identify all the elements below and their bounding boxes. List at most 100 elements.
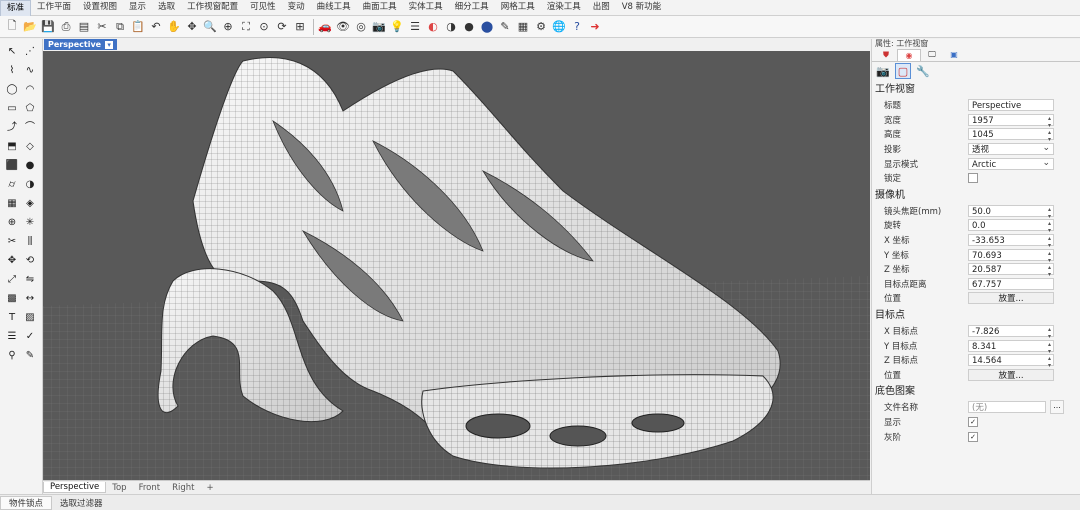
camera-icon[interactable]: 📷	[876, 64, 890, 78]
rotate-icon[interactable]: ⟲	[22, 254, 38, 268]
zoom-extents-icon[interactable]: ⛶	[238, 19, 254, 35]
osnap-toggle[interactable]: 物件锁点	[0, 495, 53, 510]
rotate-camera-icon[interactable]: ⟳	[274, 19, 290, 35]
open-file-icon[interactable]: 📂	[22, 19, 38, 35]
print-setup-icon[interactable]: ▦	[515, 19, 531, 35]
viewport-tab-top[interactable]: Top	[106, 483, 132, 493]
help-icon[interactable]: ?	[569, 19, 585, 35]
property-input[interactable]: 8.341	[968, 339, 1054, 355]
pan-hand-icon[interactable]: ✋	[166, 19, 182, 35]
dimension-icon[interactable]: ↔	[22, 292, 38, 306]
place-button[interactable]: 放置...	[968, 292, 1054, 305]
menu-tab[interactable]: 曲面工具	[357, 0, 403, 15]
menu-tab[interactable]: 渲染工具	[541, 0, 587, 15]
cut-icon[interactable]: ✂	[94, 19, 110, 35]
property-input[interactable]: -7.826	[968, 325, 1054, 340]
box-icon[interactable]: ⬛	[4, 159, 20, 173]
property-input[interactable]: 70.693	[968, 248, 1054, 264]
property-input[interactable]: 0.0	[968, 219, 1054, 234]
mirror-icon[interactable]: ⇋	[22, 273, 38, 287]
viewport-tab-perspective[interactable]: Perspective	[43, 482, 107, 493]
properties-tab-icon[interactable]: ⛊	[875, 49, 897, 60]
circle-icon[interactable]: ◯	[4, 83, 20, 97]
join-icon[interactable]: ⊕	[4, 216, 20, 230]
property-dropdown[interactable]: Arctic	[968, 157, 1054, 170]
menu-tab[interactable]: 工作平面	[31, 0, 77, 15]
text-icon[interactable]: T	[4, 311, 20, 325]
property-checkbox[interactable]	[968, 173, 978, 184]
viewport-title[interactable]: Perspective ▾	[44, 39, 118, 50]
rotate-view-icon[interactable]: ✥	[184, 19, 200, 35]
four-views-icon[interactable]: ⊞	[292, 19, 308, 35]
layer-tool-icon[interactable]: ☰	[4, 330, 20, 344]
arrow-icon[interactable]: ➜	[587, 19, 603, 35]
viewport-menu-icon[interactable]: ▾	[105, 40, 114, 49]
pencil-icon[interactable]: ✎	[22, 349, 38, 363]
bulb-icon[interactable]: 💡	[389, 19, 405, 35]
property-input[interactable]: 1957	[968, 113, 1054, 129]
save-icon[interactable]: 💾	[40, 19, 56, 35]
eye-icon[interactable]: 👁	[335, 19, 351, 35]
property-input[interactable]: 67.757	[968, 277, 1054, 290]
subd-icon[interactable]: ◈	[22, 197, 38, 211]
property-input[interactable]: 14.564	[968, 354, 1054, 369]
menu-tab[interactable]: 细分工具	[449, 0, 495, 15]
place-button[interactable]: 放置...	[968, 368, 1054, 381]
boolean-icon[interactable]: ◑	[22, 178, 38, 192]
menu-tab[interactable]: 出图	[587, 0, 616, 15]
scale-icon[interactable]: ⤢	[4, 273, 20, 287]
viewport-tab-right[interactable]: Right	[166, 483, 200, 493]
material-icon[interactable]: ◐	[425, 19, 441, 35]
surface-icon[interactable]: ◇	[22, 140, 38, 154]
viewport-tab-front[interactable]: Front	[133, 483, 167, 493]
fillet-icon[interactable]: ⌒	[22, 121, 38, 135]
color-wheel-tab-icon[interactable]: ◉	[897, 49, 921, 61]
menu-tab[interactable]: 变动	[282, 0, 311, 15]
print-icon[interactable]: ⎙	[58, 19, 74, 35]
check-icon[interactable]: ✓	[22, 330, 38, 344]
display-tab-icon[interactable]: ▣	[943, 49, 965, 60]
car-icon[interactable]: 🚗	[317, 19, 333, 35]
zoom-window-icon[interactable]: ⊕	[220, 19, 236, 35]
new-file-icon[interactable]: 🗋	[4, 19, 20, 35]
menu-tab[interactable]: 选取	[152, 0, 181, 15]
mesh-icon[interactable]: ▦	[4, 197, 20, 211]
menu-tab[interactable]: 可见性	[244, 0, 282, 15]
array-icon[interactable]: ▩	[4, 292, 20, 306]
cylinder-icon[interactable]: ⌭	[4, 178, 20, 192]
freeform-icon[interactable]: ⤴	[4, 121, 20, 135]
target-icon[interactable]: ◎	[353, 19, 369, 35]
viewport-frame-icon[interactable]: ▢	[895, 63, 911, 79]
analyze-icon[interactable]: ⚲	[4, 349, 20, 363]
menu-tab[interactable]: 显示	[123, 0, 152, 15]
undo-icon[interactable]: ↶	[148, 19, 164, 35]
property-checkbox[interactable]: ✓	[968, 416, 978, 427]
property-input[interactable]: (无)	[968, 401, 1046, 414]
layers-icon[interactable]: ☰	[407, 19, 423, 35]
sphere-icon[interactable]: ●	[461, 19, 477, 35]
extrude-icon[interactable]: ⬒	[4, 140, 20, 154]
zoom-selected-icon[interactable]: ⊙	[256, 19, 272, 35]
split-icon[interactable]: ⫼	[22, 235, 38, 249]
globe-icon[interactable]: 🌐	[551, 19, 567, 35]
polyline-icon[interactable]: ⌇	[4, 64, 20, 78]
monitor-tab-icon[interactable]: 🖵	[921, 49, 943, 60]
menu-tab[interactable]: 曲线工具	[311, 0, 357, 15]
property-input[interactable]: 20.587	[968, 263, 1054, 278]
zoom-icon[interactable]: 🔍	[202, 19, 218, 35]
hatch-icon[interactable]: ▨	[22, 311, 38, 325]
properties-icon[interactable]: ▤	[76, 19, 92, 35]
property-input[interactable]: Perspective	[968, 99, 1054, 112]
property-checkbox[interactable]: ✓	[968, 431, 978, 442]
property-input[interactable]: 50.0	[968, 204, 1054, 220]
perspective-viewport[interactable]	[43, 51, 870, 480]
arc-icon[interactable]: ◠	[22, 83, 38, 97]
select-point-icon[interactable]: ⋰	[22, 45, 38, 59]
trim-icon[interactable]: ✂	[4, 235, 20, 249]
render-icon[interactable]: ⬤	[479, 19, 495, 35]
rectangle-icon[interactable]: ▭	[4, 102, 20, 116]
selection-filter-toggle[interactable]: 选取过滤器	[52, 497, 111, 509]
property-dropdown[interactable]: 透视	[968, 142, 1054, 156]
curve-icon[interactable]: ∿	[22, 64, 38, 78]
sphere-tool-icon[interactable]: ●	[22, 159, 38, 173]
